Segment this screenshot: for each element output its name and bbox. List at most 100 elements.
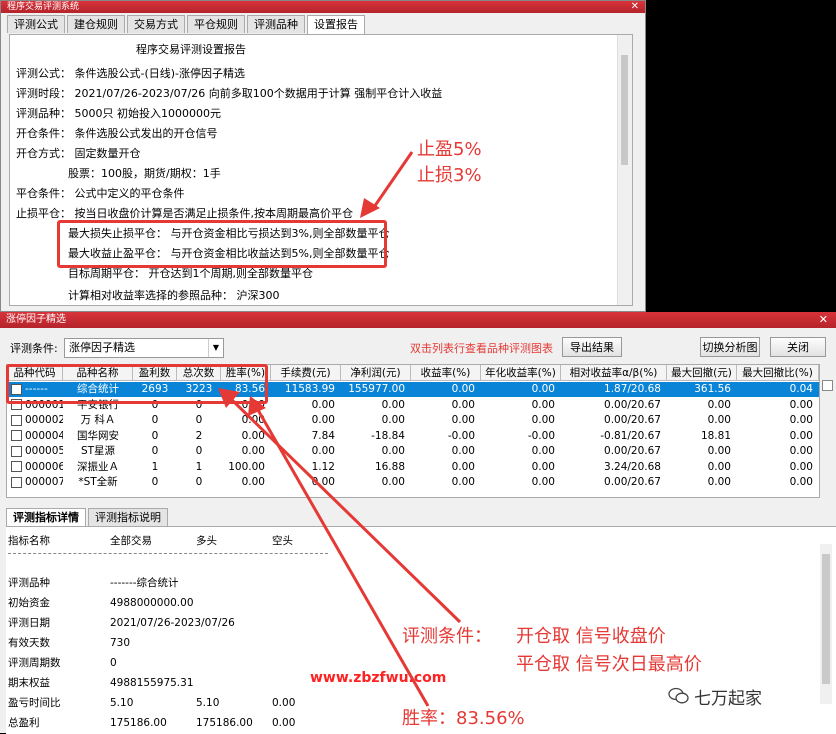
condition-select[interactable]: 涨停因子精选 ▼ xyxy=(64,338,224,358)
row-checkbox[interactable] xyxy=(11,476,22,488)
arrow-line-top xyxy=(370,151,414,211)
table-cell: 18.81 xyxy=(667,429,737,444)
table-row[interactable]: 000004 国华网安 0 2 0.00 7.84 -18.84 -0.00 -0.00 -0.8… xyxy=(7,429,819,444)
table-cell: 11583.99 xyxy=(271,382,341,397)
col-header[interactable]: 手续费(元) xyxy=(271,365,341,381)
detail-header-name: 指标名称 xyxy=(8,535,50,547)
detail-header-all: 全部交易 xyxy=(110,535,152,547)
table-cell: 0.00 xyxy=(737,460,819,475)
cell-text: 万 科Ａ xyxy=(80,414,116,426)
table-cell: 0.00 xyxy=(481,382,561,397)
cell-text: 7.84 xyxy=(311,429,335,442)
table-cell: 2 xyxy=(177,429,221,444)
cell-text: 0.00 xyxy=(707,460,731,473)
close-icon[interactable]: ✕ xyxy=(819,312,828,328)
table-cell: 0.00 xyxy=(411,460,481,475)
cell-text: 0.00 xyxy=(451,445,475,457)
table-cell: 0.00 xyxy=(481,398,561,413)
table-cell: 0.00/20.67 xyxy=(561,444,667,459)
row-checkbox[interactable] xyxy=(11,445,22,457)
table-cell: 1.87/20.68 xyxy=(561,382,667,397)
cell-text: 16.88 xyxy=(374,460,405,473)
table-cell: 0.00 xyxy=(271,444,341,459)
detail-cell: 175186.00 xyxy=(110,717,167,729)
cell-text: 0.00 xyxy=(789,429,813,442)
cell-text: 0.00 xyxy=(311,476,335,488)
cell-text: 1.87/20.68 xyxy=(604,383,661,395)
col-header[interactable]: 收益率(%) xyxy=(411,365,481,381)
col-header[interactable]: 年化收益率(%) xyxy=(481,365,561,381)
cell-text: ST星源 xyxy=(80,445,116,457)
table-cell: 0.00 xyxy=(667,460,737,475)
cell-text: 0.00 xyxy=(241,429,265,442)
row-checkbox[interactable] xyxy=(11,430,22,441)
detail-cell: 175186.00 xyxy=(196,717,253,729)
cell-text: 0 xyxy=(151,476,159,488)
detail-scrollbar[interactable] xyxy=(820,544,832,704)
table-row[interactable]: 000005 ST星源 0 0 0.00 0.00 0.00 0.00 0.00 0.00/20.… xyxy=(7,444,819,459)
cell-text: 0.00 xyxy=(451,383,475,395)
cell-text: 000005 xyxy=(25,445,63,457)
cell-text: 0.00/20.67 xyxy=(604,414,661,426)
cell-text: 1 xyxy=(195,460,203,473)
table-cell: 0.00 xyxy=(271,413,341,428)
table-row[interactable]: 000002 万 科Ａ 0 0 0.00 0.00 0.00 0.00 0.00 0.00/20.… xyxy=(7,413,819,428)
brand-name: 七万起家 xyxy=(694,688,762,709)
watermark-text: www.zbzfwu.com xyxy=(310,670,447,686)
cell-text: 18.81 xyxy=(700,429,731,442)
table-cell: 155977.00 xyxy=(341,382,411,397)
cell-text: 000002 xyxy=(25,414,63,426)
cell-text: 0.00 xyxy=(531,383,555,395)
tab-explain[interactable]: 评测指标说明 xyxy=(88,508,168,526)
cell-text: 100.00 xyxy=(228,460,265,473)
col-header[interactable]: 相对收益率α/β(%) xyxy=(561,365,667,381)
tab-detail[interactable]: 评测指标详情 xyxy=(6,508,86,527)
export-button[interactable]: 导出结果 xyxy=(562,337,622,357)
table-cell: 0.04 xyxy=(737,382,819,397)
cell-text: 0.00/20.67 xyxy=(604,445,661,457)
cell-text: 0.00 xyxy=(707,445,731,457)
table-cell: 0.00 xyxy=(737,444,819,459)
chevron-down-icon[interactable]: ▼ xyxy=(208,339,223,357)
annotation-cond-label: 评测条件： xyxy=(402,626,492,647)
scrollbar-thumb[interactable] xyxy=(822,554,830,684)
switch-chart-button[interactable]: 切换分析图 xyxy=(700,337,760,357)
cell-text: 155977.00 xyxy=(348,383,405,395)
cell-text: 0.00 xyxy=(789,445,813,457)
table-row[interactable]: 000006 深振业Ａ 1 1 100.00 1.12 16.88 0.00 0.00 3.24/… xyxy=(7,460,819,475)
cell-text: 0.00 xyxy=(451,460,475,473)
col-header[interactable]: 净利润(元) xyxy=(341,365,411,381)
condition-select-value: 涨停因子精选 xyxy=(69,341,135,354)
close-button[interactable]: 关闭 xyxy=(770,337,826,357)
col-header[interactable]: 最大回撤比(%) xyxy=(737,365,819,381)
result-window-titlebar: 涨停因子精选 ✕ xyxy=(0,312,836,328)
detail-cell: 4988000000.00 xyxy=(110,597,194,609)
cell-text: 2 xyxy=(195,429,203,442)
detail-cell: 初始资金 xyxy=(8,597,50,609)
grid-scroll-button[interactable] xyxy=(822,380,833,391)
cell-text: 361.56 xyxy=(694,383,731,395)
cell-text: 0.00 xyxy=(789,460,813,473)
table-cell: 0.00 xyxy=(271,475,341,490)
table-cell: 0 xyxy=(177,475,221,490)
col-header[interactable]: 最大回撤(元) xyxy=(667,365,737,381)
table-cell: 000006 xyxy=(7,460,63,475)
row-checkbox[interactable] xyxy=(11,461,22,472)
row-checkbox[interactable] xyxy=(11,414,22,426)
table-cell: 0.00 xyxy=(737,398,819,413)
cell-text: 0.00 xyxy=(531,476,555,488)
table-cell: 0.00 xyxy=(411,444,481,459)
detail-cell: 0 xyxy=(110,657,117,669)
table-cell: 国华网安 xyxy=(63,429,133,444)
cell-text: 1.12 xyxy=(311,460,335,473)
table-row[interactable]: 000007 *ST全新 0 0 0.00 0.00 0.00 0.00 0.00 0.00/20… xyxy=(7,475,819,490)
cell-text: 0.00 xyxy=(241,414,265,426)
cell-text: -18.84 xyxy=(371,429,405,442)
cell-text: 1 xyxy=(151,460,159,473)
cell-text: 0.00 xyxy=(707,476,731,488)
table-cell: 0.00 xyxy=(481,444,561,459)
condition-label: 评测条件: xyxy=(10,342,58,355)
detail-cell: 730 xyxy=(110,637,131,649)
cell-text: 国华网安 xyxy=(77,429,119,442)
table-cell: 0 xyxy=(133,444,177,459)
